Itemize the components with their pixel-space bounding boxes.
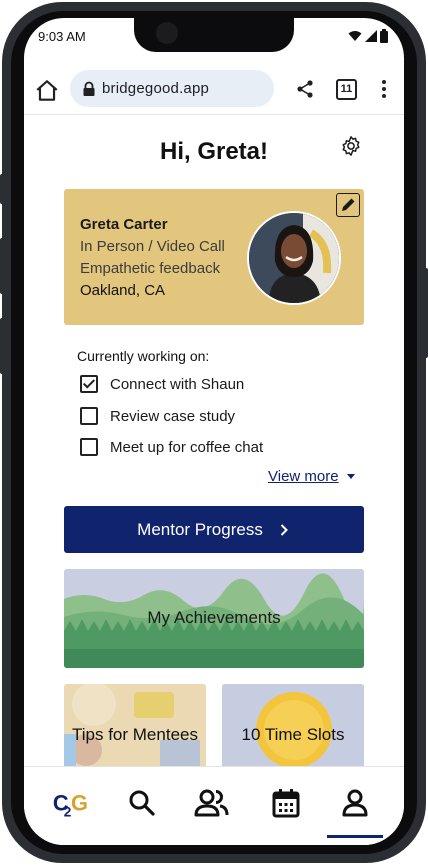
- gear-icon[interactable]: [340, 135, 362, 157]
- bottom-nav: C 2 G: [24, 766, 404, 845]
- app-screen: 9:03 AM bridgegood.app 11 Hi, Greta! Gre…: [24, 18, 404, 845]
- task-checkbox[interactable]: [80, 438, 98, 456]
- task-checkbox[interactable]: [80, 407, 98, 425]
- profile-icon: [342, 789, 368, 817]
- nav-community[interactable]: [192, 785, 232, 821]
- chevron-right-icon: [280, 523, 288, 536]
- app-logo-icon: C 2 G: [53, 790, 88, 819]
- profile-location: Oakland, CA: [80, 282, 166, 299]
- tips-tile[interactable]: Tips for Mentees: [64, 684, 206, 770]
- time-slots-tile[interactable]: 10 Time Slots: [222, 684, 364, 770]
- share-icon[interactable]: [294, 78, 316, 100]
- nav-search[interactable]: [122, 785, 162, 821]
- front-camera: [156, 22, 178, 44]
- avatar: [247, 211, 341, 305]
- task-item[interactable]: Meet up for coffee chat: [80, 437, 263, 457]
- achievements-card[interactable]: My Achievements: [64, 569, 364, 668]
- nav-profile[interactable]: [335, 785, 375, 821]
- status-time: 9:03 AM: [38, 29, 86, 44]
- time-slots-label: 10 Time Slots: [241, 725, 345, 744]
- url-bar[interactable]: bridgegood.app: [70, 70, 274, 107]
- task-label: Review case study: [110, 407, 236, 425]
- nav-home[interactable]: C 2 G: [51, 785, 91, 821]
- profile-card[interactable]: Greta Carter In Person / Video Call Empa…: [64, 189, 364, 325]
- tasks-title: Currently working on:: [77, 348, 210, 364]
- status-bar: 9:03 AM: [24, 18, 404, 58]
- calendar-icon: [272, 789, 300, 818]
- mentor-progress-button[interactable]: Mentor Progress: [64, 506, 364, 553]
- svg-text:G: G: [71, 790, 88, 815]
- notch: [134, 18, 294, 52]
- nav-active-indicator: [327, 835, 383, 838]
- status-icons: [348, 29, 388, 43]
- profile-name: Greta Carter: [80, 216, 168, 233]
- lock-icon: [83, 81, 95, 96]
- url-text: bridgegood.app: [102, 80, 210, 97]
- avatar-photo: [249, 213, 339, 303]
- nav-calendar[interactable]: [266, 785, 306, 821]
- task-item[interactable]: Review case study: [80, 406, 235, 426]
- profile-specialty: Empathetic feedback: [80, 260, 221, 277]
- chevron-down-icon: [346, 474, 355, 479]
- tips-label: Tips for Mentees: [72, 725, 198, 744]
- view-more-link[interactable]: View more: [268, 468, 355, 485]
- home-icon[interactable]: [34, 78, 60, 104]
- search-icon: [129, 790, 155, 816]
- more-menu-icon[interactable]: [374, 78, 394, 100]
- task-label: Meet up for coffee chat: [110, 438, 264, 456]
- tabs-button[interactable]: 11: [336, 79, 357, 100]
- profile-meeting-type: In Person / Video Call: [80, 238, 225, 255]
- view-more-label: View more: [268, 468, 339, 485]
- battery-icon: [380, 29, 388, 43]
- edit-pencil-icon[interactable]: [336, 193, 360, 217]
- browser-toolbar: bridgegood.app 11: [24, 68, 404, 115]
- mentor-progress-label: Mentor Progress: [137, 519, 263, 539]
- task-checkbox[interactable]: [80, 375, 98, 393]
- task-item[interactable]: Connect with Shaun: [80, 374, 244, 394]
- task-label: Connect with Shaun: [110, 375, 245, 393]
- achievements-label: My Achievements: [147, 608, 281, 627]
- community-icon: [194, 789, 229, 817]
- wifi-icon: [348, 31, 362, 41]
- signal-icon: [365, 30, 377, 42]
